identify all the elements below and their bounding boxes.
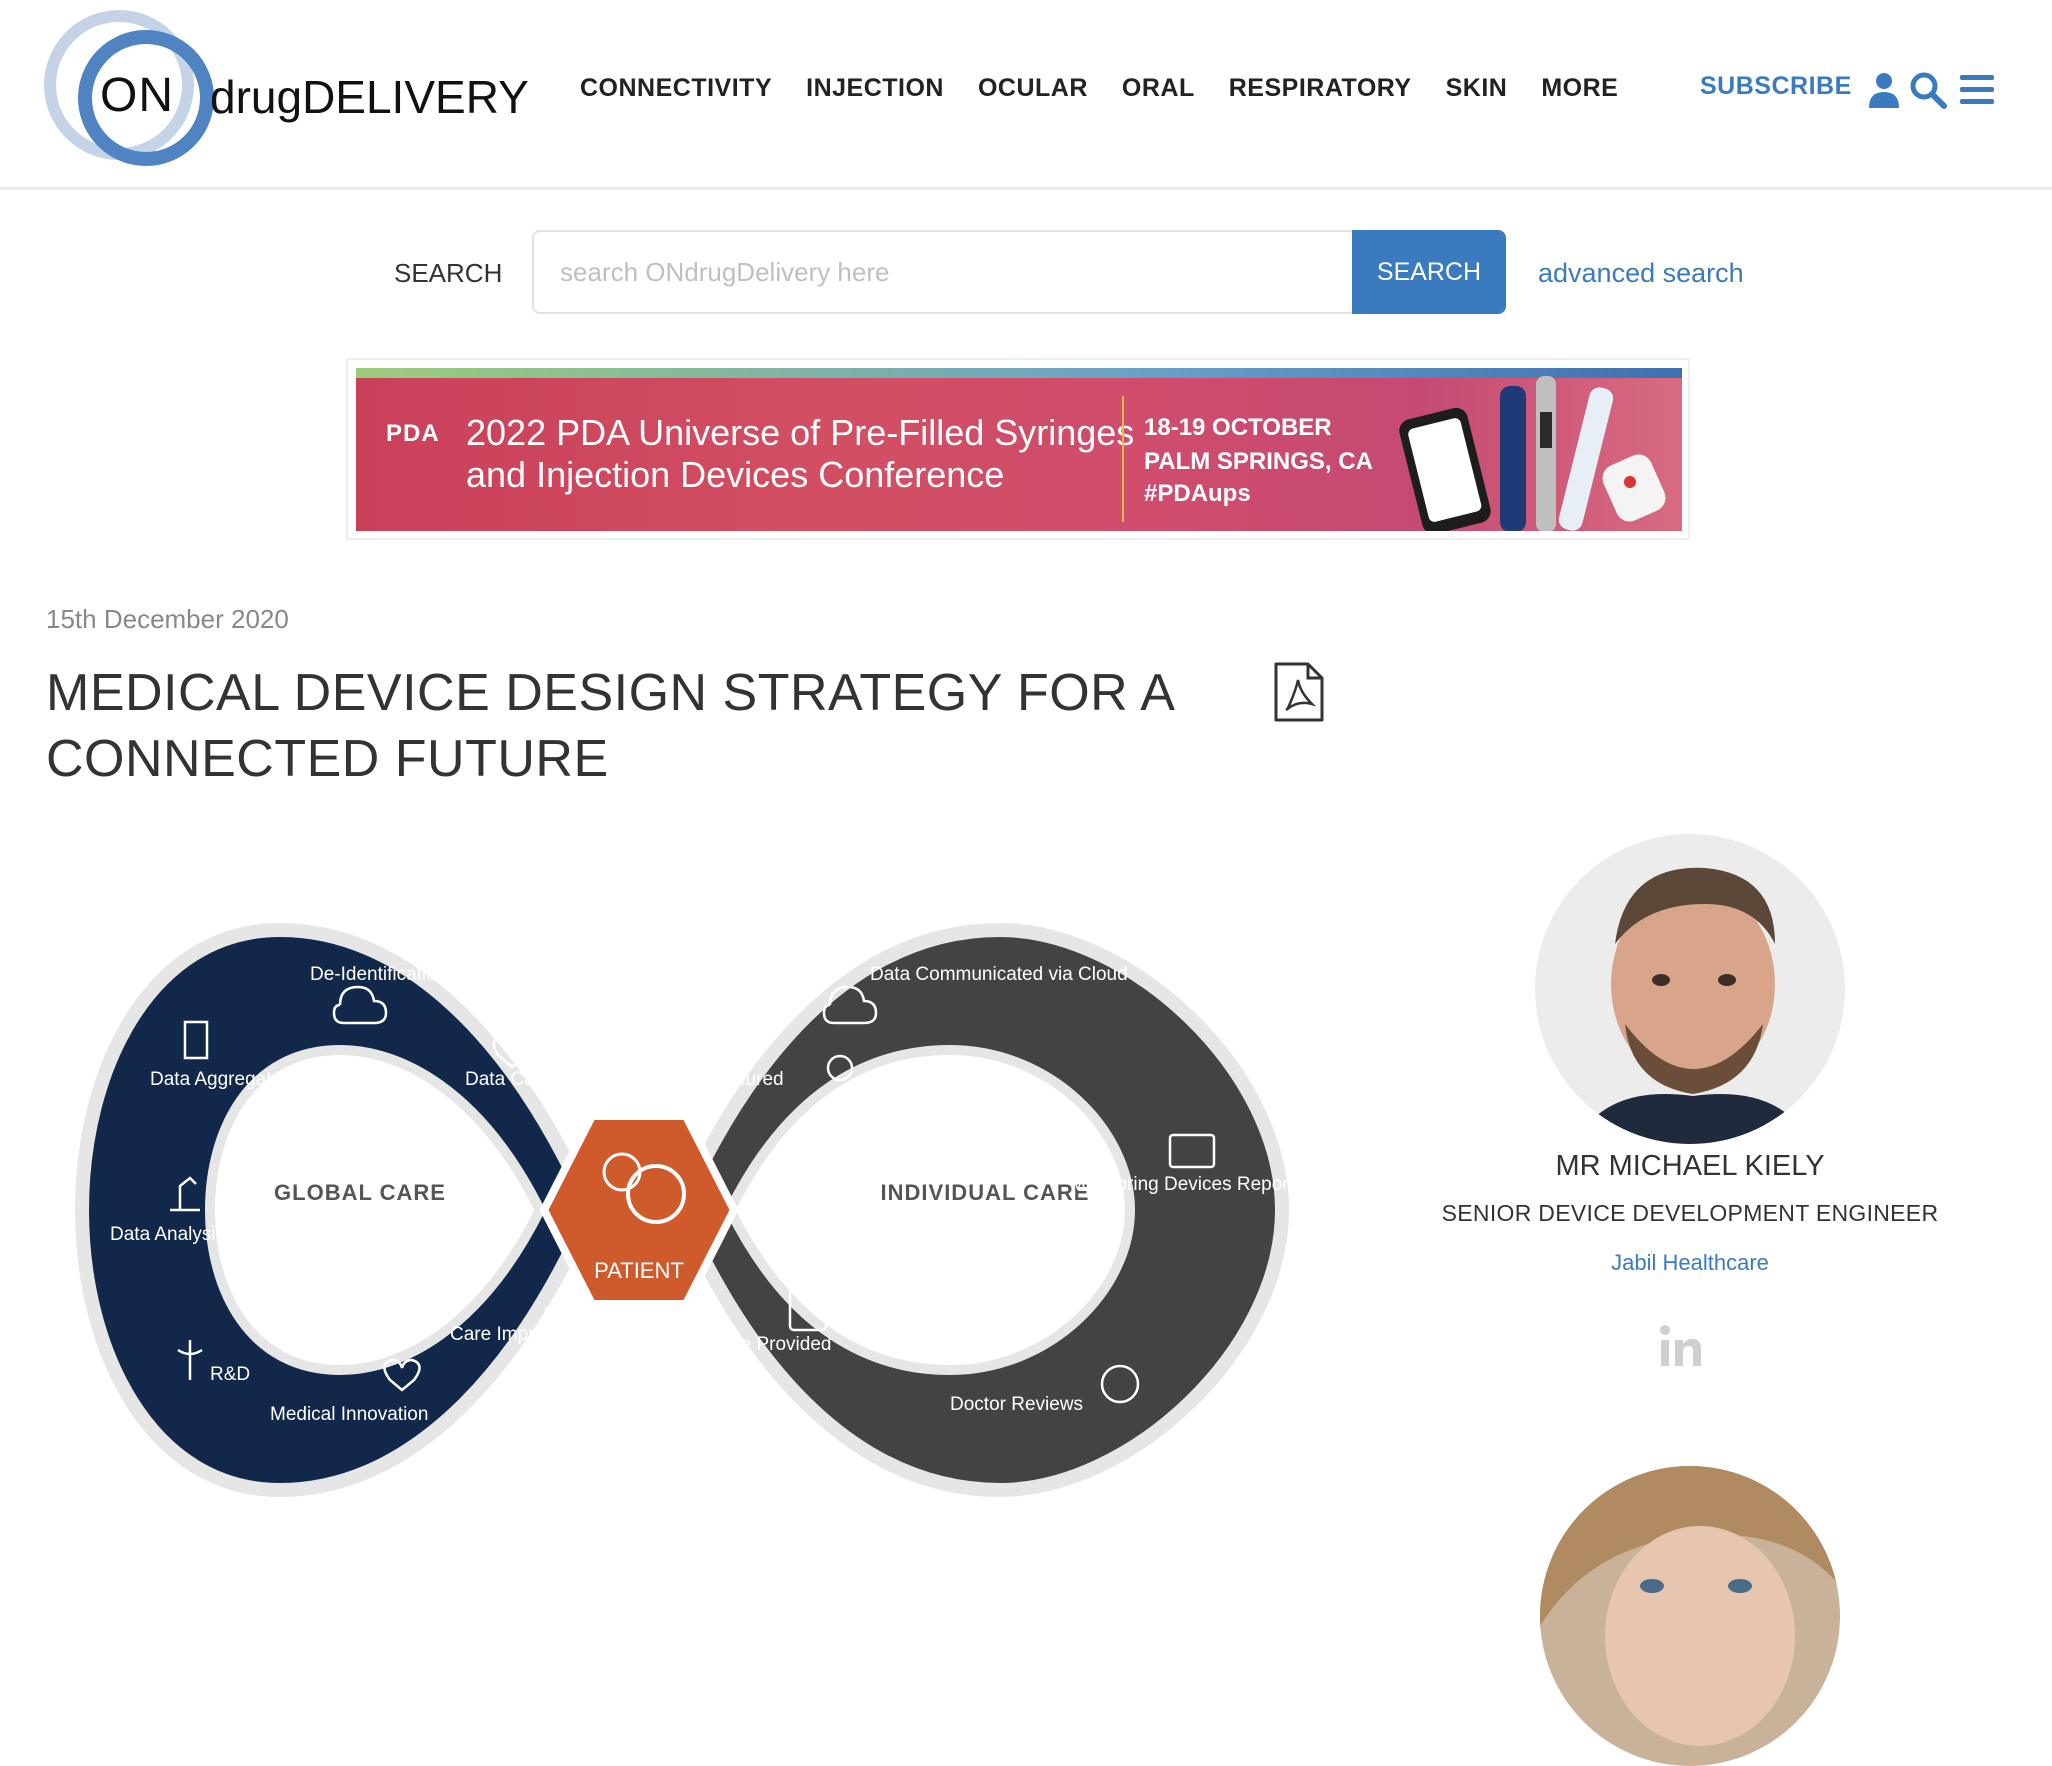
author-company-link[interactable]: Jabil Healthcare <box>1390 1250 1990 1276</box>
second-author-photo <box>1540 1466 1840 1766</box>
subscribe-link[interactable]: SUBSCRIBE <box>1700 72 1852 101</box>
search-icon[interactable] <box>1908 70 1948 110</box>
label-data-aggregated: Data Aggregated <box>150 1069 293 1090</box>
label-data-communicated: Data Communicated via Cloud <box>870 964 1128 985</box>
banner-place: PALM SPRINGS, CA <box>1144 448 1373 475</box>
banner-title-line1: 2022 PDA Universe of Pre-Filled Syringes <box>466 412 1135 453</box>
author-photo <box>1535 834 1845 1144</box>
nav-skin[interactable]: SKIN <box>1446 74 1508 103</box>
linkedin-icon[interactable] <box>1655 1322 1703 1370</box>
main-nav: CONNECTIVITY INJECTION OCULAR ORAL RESPI… <box>580 74 1618 103</box>
label-rnd: R&D <box>210 1364 250 1385</box>
label-data-analysis: Data Analysis <box>110 1224 225 1245</box>
article-date: 15th December 2020 <box>46 604 289 634</box>
banner-hashtag: #PDAups <box>1144 480 1251 507</box>
site-logo[interactable]: ON drugDELIVERY <box>44 10 529 166</box>
logo-brand-text: drugDELIVERY <box>210 71 529 123</box>
care-loop-infographic: PATIENT GLOBAL CARE INDIVIDUAL CARE De-I… <box>74 922 1295 1498</box>
individual-care-title: INDIVIDUAL CARE <box>881 1180 1090 1205</box>
menu-icon[interactable] <box>1958 70 1998 110</box>
label-right-data-captured: Data Captured <box>660 1069 784 1090</box>
banner-title-line2: and Injection Devices Conference <box>466 454 1005 495</box>
injection-devices-image <box>1399 376 1666 531</box>
nav-oral[interactable]: ORAL <box>1122 74 1195 103</box>
search-label: SEARCH <box>394 258 503 288</box>
patient-label: PATIENT <box>594 1258 684 1283</box>
nav-ocular[interactable]: OCULAR <box>978 74 1088 103</box>
logo-on-text: ON <box>100 69 174 122</box>
advanced-search-link[interactable]: advanced search <box>1538 258 1744 289</box>
search-input[interactable] <box>532 230 1354 314</box>
label-doctor-reviews: Doctor Reviews <box>950 1394 1083 1415</box>
banner-divider <box>1122 396 1124 522</box>
label-care-provided: Care Provided <box>710 1334 831 1355</box>
global-care-title: GLOBAL CARE <box>274 1180 446 1205</box>
label-left-data-captured: Data Captured <box>465 1069 589 1090</box>
label-monitoring-devices: Monitoring Devices Report <box>1070 1174 1295 1195</box>
label-deidentification: De-Identification of Data <box>310 964 514 985</box>
label-medical-innovation: Medical Innovation <box>270 1404 428 1425</box>
author-role: SENIOR DEVICE DEVELOPMENT ENGINEER <box>1441 1200 1939 1226</box>
ad-banner[interactable]: PDA 2022 PDA Universe of Pre-Filled Syri… <box>356 368 1682 531</box>
nav-connectivity[interactable]: CONNECTIVITY <box>580 74 772 103</box>
pdf-icon[interactable] <box>1272 662 1326 722</box>
nav-respiratory[interactable]: RESPIRATORY <box>1229 74 1412 103</box>
nav-injection[interactable]: INJECTION <box>806 74 944 103</box>
search-button[interactable]: SEARCH <box>1352 230 1506 314</box>
label-care-improves: Care Improves <box>450 1324 575 1345</box>
pda-logo: PDA <box>386 420 440 447</box>
author-name: MR MICHAEL KIELY <box>1555 1150 1825 1182</box>
user-icon[interactable] <box>1864 70 1904 110</box>
banner-dates: 18-19 OCTOBER <box>1144 414 1332 441</box>
article-title: MEDICAL DEVICE DESIGN STRATEGY FOR A CON… <box>46 664 1173 788</box>
site-header: ON drugDELIVERY CONNECTIVITY INJECTION O… <box>0 0 2052 190</box>
nav-more[interactable]: MORE <box>1541 74 1618 103</box>
